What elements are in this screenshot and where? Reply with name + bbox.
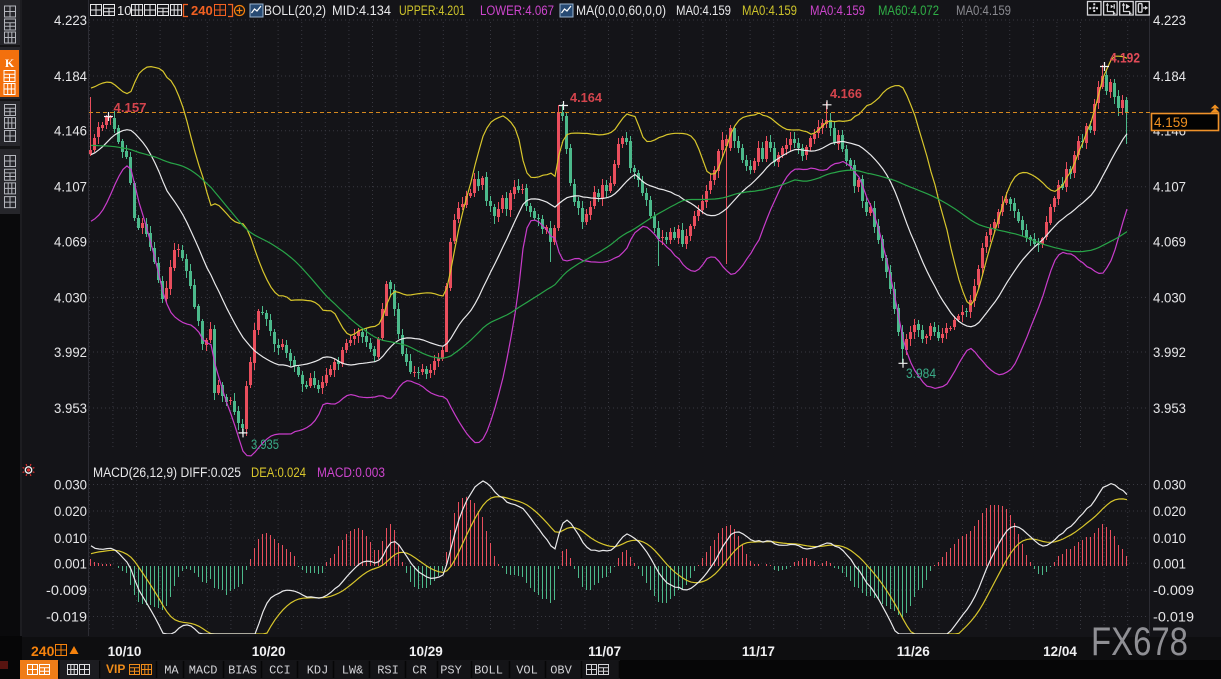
svg-text:MA0:4.159: MA0:4.159	[742, 3, 797, 18]
svg-text:4.192: 4.192	[1110, 50, 1140, 66]
svg-text:4.184: 4.184	[54, 68, 87, 84]
svg-text:RSI: RSI	[377, 664, 399, 678]
svg-text:4.164: 4.164	[570, 90, 603, 105]
svg-text:LOWER:4.067: LOWER:4.067	[480, 3, 554, 18]
svg-text:11/07: 11/07	[588, 644, 621, 659]
svg-text:0.001: 0.001	[54, 555, 87, 571]
svg-text:K: K	[5, 56, 15, 70]
svg-text:12/04: 12/04	[1043, 644, 1077, 659]
svg-text:3.953: 3.953	[54, 400, 87, 416]
svg-text:MA0:4.159: MA0:4.159	[676, 3, 731, 18]
svg-text:UPPER:4.201: UPPER:4.201	[399, 3, 465, 18]
svg-text:3.953: 3.953	[1153, 400, 1186, 416]
svg-text:MACD: MACD	[189, 664, 218, 678]
svg-text:10/29: 10/29	[409, 644, 443, 659]
svg-text:4.223: 4.223	[1153, 12, 1186, 28]
svg-text:0.001: 0.001	[1153, 555, 1186, 571]
svg-text:3.992: 3.992	[54, 344, 87, 360]
svg-text:0.010: 0.010	[54, 530, 87, 546]
svg-text:10/20: 10/20	[252, 644, 286, 659]
svg-text:4.146: 4.146	[54, 123, 87, 139]
svg-text:0.020: 0.020	[1153, 503, 1186, 519]
svg-text:FX678: FX678	[1091, 620, 1188, 664]
svg-text:MA: MA	[164, 664, 179, 678]
svg-text:0.030: 0.030	[1153, 477, 1186, 493]
svg-text:0.010: 0.010	[1153, 530, 1186, 546]
svg-text:MID:4.134: MID:4.134	[332, 3, 391, 18]
svg-text:-0.009: -0.009	[1153, 582, 1194, 598]
svg-text:LW&: LW&	[342, 664, 364, 678]
svg-text:0.030: 0.030	[54, 477, 87, 493]
svg-text:3.992: 3.992	[1153, 344, 1186, 360]
svg-text:OBV: OBV	[550, 664, 572, 678]
svg-text:10/10: 10/10	[108, 644, 142, 659]
svg-text:MA60:4.072: MA60:4.072	[878, 3, 939, 18]
svg-text:4.069: 4.069	[54, 233, 87, 249]
svg-text:4.107: 4.107	[54, 179, 87, 195]
svg-text:CCI: CCI	[269, 664, 291, 678]
svg-text:4.030: 4.030	[54, 289, 87, 305]
svg-text:MA0:4.159: MA0:4.159	[810, 3, 865, 18]
svg-text:11/26: 11/26	[897, 644, 931, 659]
svg-text:VIP: VIP	[106, 662, 125, 676]
svg-text:BIAS: BIAS	[228, 664, 257, 678]
svg-text:-0.009: -0.009	[46, 582, 87, 598]
svg-text:MA0:4.159: MA0:4.159	[956, 3, 1011, 18]
svg-text:240: 240	[191, 3, 213, 18]
svg-text:PSY: PSY	[440, 664, 462, 678]
svg-text:-0.019: -0.019	[46, 609, 87, 625]
svg-text:0.020: 0.020	[54, 503, 87, 519]
svg-text:MA(0,0,0,60,0,0): MA(0,0,0,60,0,0)	[576, 3, 666, 18]
svg-text:10: 10	[117, 3, 131, 18]
svg-text:240: 240	[31, 643, 55, 659]
svg-text:11/17: 11/17	[742, 644, 775, 659]
svg-text:VOL: VOL	[516, 664, 538, 678]
svg-text:BOLL: BOLL	[474, 664, 503, 678]
svg-text:4.157: 4.157	[114, 100, 147, 115]
svg-text:4.159: 4.159	[1154, 115, 1188, 130]
svg-text:4.107: 4.107	[1153, 179, 1186, 195]
svg-text:BOLL(20,2): BOLL(20,2)	[264, 3, 326, 18]
svg-text:MACD:0.003: MACD:0.003	[317, 465, 385, 480]
svg-text:3.984: 3.984	[906, 366, 936, 381]
svg-text:3.935: 3.935	[251, 437, 279, 452]
svg-text:KDJ: KDJ	[307, 664, 329, 678]
svg-text:4.223: 4.223	[54, 12, 87, 28]
svg-text:DEA:0.024: DEA:0.024	[251, 465, 306, 480]
svg-text:4.069: 4.069	[1153, 233, 1186, 249]
svg-text:4.166: 4.166	[830, 86, 862, 101]
svg-text:CR: CR	[412, 664, 426, 678]
svg-text:4.184: 4.184	[1153, 68, 1186, 84]
svg-text:MACD(26,12,9) DIFF:0.025: MACD(26,12,9) DIFF:0.025	[93, 465, 241, 480]
svg-text:4.030: 4.030	[1153, 289, 1186, 305]
